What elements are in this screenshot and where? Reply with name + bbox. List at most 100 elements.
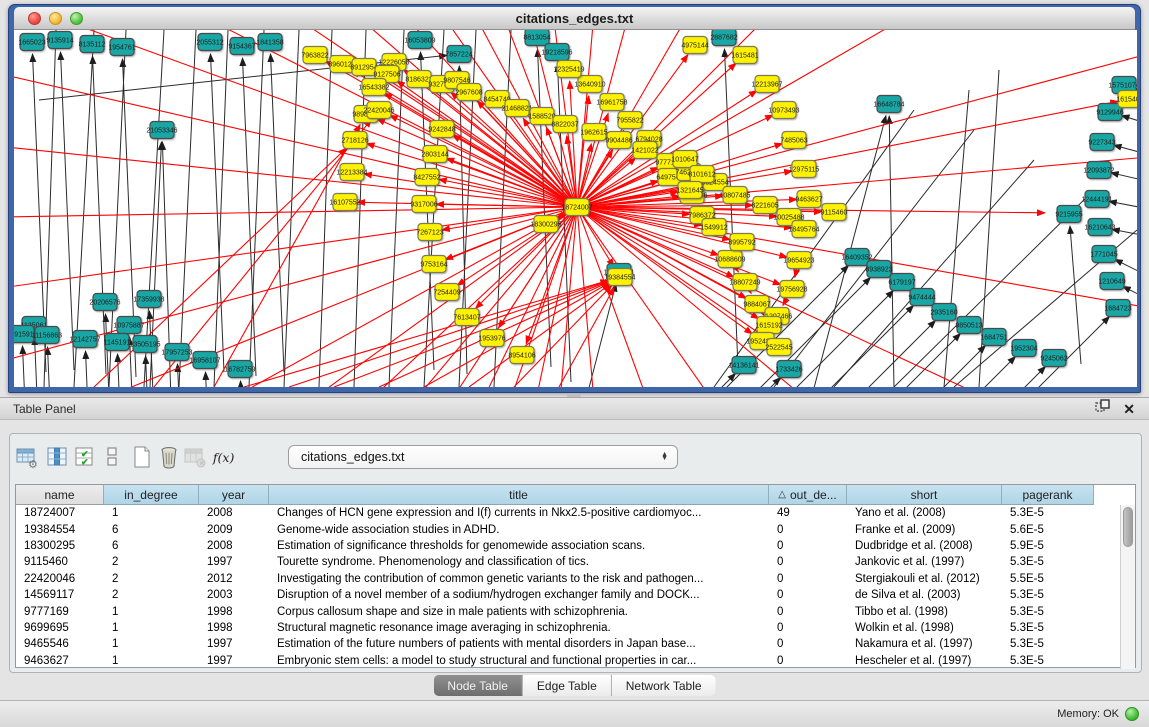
table-cell[interactable]: 2008 — [199, 507, 269, 519]
table-cell[interactable]: 1997 — [199, 556, 269, 568]
table-cell[interactable]: Tibbo et al. (1998) — [847, 606, 1002, 618]
graph-node[interactable]: 18807249 — [729, 274, 760, 291]
table-cell[interactable]: 49 — [769, 507, 847, 519]
network-view-window[interactable]: citations_edges.txt 20206576173599381097… — [8, 4, 1141, 393]
graph-node[interactable]: 7963822 — [301, 47, 328, 64]
graph-node[interactable]: 12975115 — [789, 161, 820, 178]
table-row[interactable]: 946362711997Embryonic stem cells: a mode… — [16, 653, 1120, 669]
graph-node[interactable]: 7857224 — [445, 46, 472, 63]
table-cell[interactable]: 2 — [104, 573, 199, 585]
table-cell[interactable]: 0 — [769, 638, 847, 650]
graph-node[interactable]: 18724007 — [561, 199, 592, 216]
table-cell[interactable]: 1 — [104, 655, 199, 667]
graph-node[interactable]: 10807485 — [719, 187, 750, 204]
table-cell[interactable]: Nakamura et al. (1997) — [847, 638, 1002, 650]
tab-network-table[interactable]: Network Table — [612, 675, 716, 696]
column-header-year[interactable]: year — [199, 485, 269, 505]
graph-node[interactable]: 4975144 — [681, 37, 708, 54]
graph-node[interactable]: 18495764 — [788, 221, 819, 238]
graph-node[interactable]: 18300295 — [530, 216, 561, 233]
table-cell[interactable]: 5.3E-5 — [1002, 556, 1094, 568]
table-cell[interactable]: Estimation of significance thresholds fo… — [269, 540, 769, 552]
table-cell[interactable]: 0 — [769, 524, 847, 536]
graph-node[interactable]: 16782759 — [224, 361, 255, 378]
close-window-button[interactable] — [28, 12, 41, 25]
graph-node[interactable]: 1549912 — [700, 219, 727, 236]
table-cell[interactable]: 14569117 — [16, 589, 104, 601]
table-cell[interactable]: Estimation of the future numbers of pati… — [269, 638, 769, 650]
float-panel-icon[interactable] — [1095, 399, 1111, 418]
table-cell[interactable]: 5.6E-5 — [1002, 524, 1094, 536]
column-header-pagerank[interactable]: pagerank — [1002, 485, 1094, 505]
graph-node[interactable]: 8954106 — [508, 347, 535, 364]
table-cell[interactable]: de Silva et al. (2003) — [847, 589, 1002, 601]
tab-edge-table[interactable]: Edge Table — [523, 675, 612, 696]
table-cell[interactable]: Hescheler et al. (1997) — [847, 655, 1002, 667]
table-cell[interactable]: 1 — [104, 622, 199, 634]
graph-node[interactable]: 16210643 — [1084, 219, 1115, 236]
import-table-icon[interactable]: ✔✔ — [72, 444, 97, 469]
graph-node[interactable]: 7254409 — [433, 284, 460, 301]
table-cell[interactable]: 5.3E-5 — [1002, 589, 1094, 601]
network-window-titlebar[interactable]: citations_edges.txt — [14, 7, 1135, 30]
table-cell[interactable]: 18300295 — [16, 540, 104, 552]
table-row[interactable]: 977716911998Corpus callosum shape and si… — [16, 603, 1120, 619]
graph-node[interactable]: 2803144 — [421, 146, 448, 163]
table-cell[interactable]: Genome-wide association studies in ADHD. — [269, 524, 769, 536]
column-header-in_degree[interactable]: in_degree — [104, 485, 199, 505]
column-header-out_de[interactable]: △out_de... — [769, 485, 847, 505]
table-cell[interactable]: Franke et al. (2009) — [847, 524, 1002, 536]
graph-node[interactable]: 11156863 — [32, 327, 62, 344]
graph-node[interactable]: 2967608 — [455, 84, 482, 101]
table-vertical-scrollbar[interactable] — [1120, 505, 1135, 669]
graph-node[interactable]: 2055312 — [196, 34, 223, 51]
graph-node[interactable]: 1954761 — [108, 39, 135, 56]
table-cell[interactable]: 2 — [104, 589, 199, 601]
table-cell[interactable]: Changes of HCN gene expression and I(f) … — [269, 507, 769, 519]
graph-node[interactable]: 2522545 — [765, 339, 792, 356]
graph-node[interactable]: 9753164 — [420, 256, 447, 273]
graph-node[interactable]: 19218596 — [541, 44, 572, 61]
table-cell[interactable]: Tourette syndrome. Phenomenology and cla… — [269, 556, 769, 568]
graph-node[interactable]: 9115460 — [821, 204, 848, 221]
table-cell[interactable]: 9777169 — [16, 606, 104, 618]
table-cell[interactable]: 2 — [104, 556, 199, 568]
graph-node[interactable]: 1615481 — [731, 47, 758, 64]
graph-node[interactable]: 9135914 — [46, 32, 73, 49]
table-cell[interactable]: 0 — [769, 622, 847, 634]
graph-node[interactable]: 1771045 — [1090, 246, 1117, 263]
table-cell[interactable]: 1 — [104, 606, 199, 618]
function-builder-icon[interactable]: f(x) — [211, 444, 236, 469]
table-cell[interactable]: 9115460 — [16, 556, 104, 568]
graph-node[interactable]: 10975887 — [113, 317, 144, 334]
table-cell[interactable]: 5.3E-5 — [1002, 638, 1094, 650]
table-cell[interactable]: 0 — [769, 573, 847, 585]
close-panel-icon[interactable]: ✕ — [1123, 402, 1135, 416]
graph-node[interactable]: 7613407 — [453, 309, 480, 326]
graph-node[interactable]: 12213384 — [336, 164, 367, 181]
table-cell[interactable]: 5.3E-5 — [1002, 606, 1094, 618]
table-cell[interactable]: 9699695 — [16, 622, 104, 634]
graph-node[interactable]: 13640910 — [574, 76, 605, 93]
graph-node[interactable]: 19384554 — [604, 269, 635, 286]
table-row[interactable]: 911546021997Tourette syndrome. Phenomeno… — [16, 554, 1120, 570]
table-cell[interactable]: 5.3E-5 — [1002, 507, 1094, 519]
table-cell[interactable]: 2008 — [199, 540, 269, 552]
table-cell[interactable]: Embryonic stem cells: a model to study s… — [269, 655, 769, 667]
minimize-window-button[interactable] — [49, 12, 62, 25]
table-cell[interactable]: 0 — [769, 655, 847, 667]
graph-node[interactable]: 9850513 — [955, 317, 982, 334]
graph-node[interactable]: 2718126 — [341, 132, 368, 149]
graph-node[interactable]: 8427552 — [413, 169, 440, 186]
table-cell[interactable]: Jankovic et al. (1997) — [847, 556, 1002, 568]
graph-node[interactable]: 9242848 — [428, 121, 455, 138]
graph-node[interactable]: 1953976 — [478, 330, 505, 347]
delete-column-icon[interactable]: ✕ — [182, 444, 207, 469]
table-options-icon[interactable]: ⚙ — [14, 444, 39, 469]
table-cell[interactable]: 2003 — [199, 589, 269, 601]
table-cell[interactable]: 5.3E-5 — [1002, 622, 1094, 634]
new-table-icon[interactable] — [129, 444, 154, 469]
graph-node[interactable]: 22420046 — [363, 102, 394, 119]
graph-node[interactable]: 16053809 — [404, 32, 435, 49]
graph-node[interactable]: 1684723 — [1104, 300, 1131, 317]
